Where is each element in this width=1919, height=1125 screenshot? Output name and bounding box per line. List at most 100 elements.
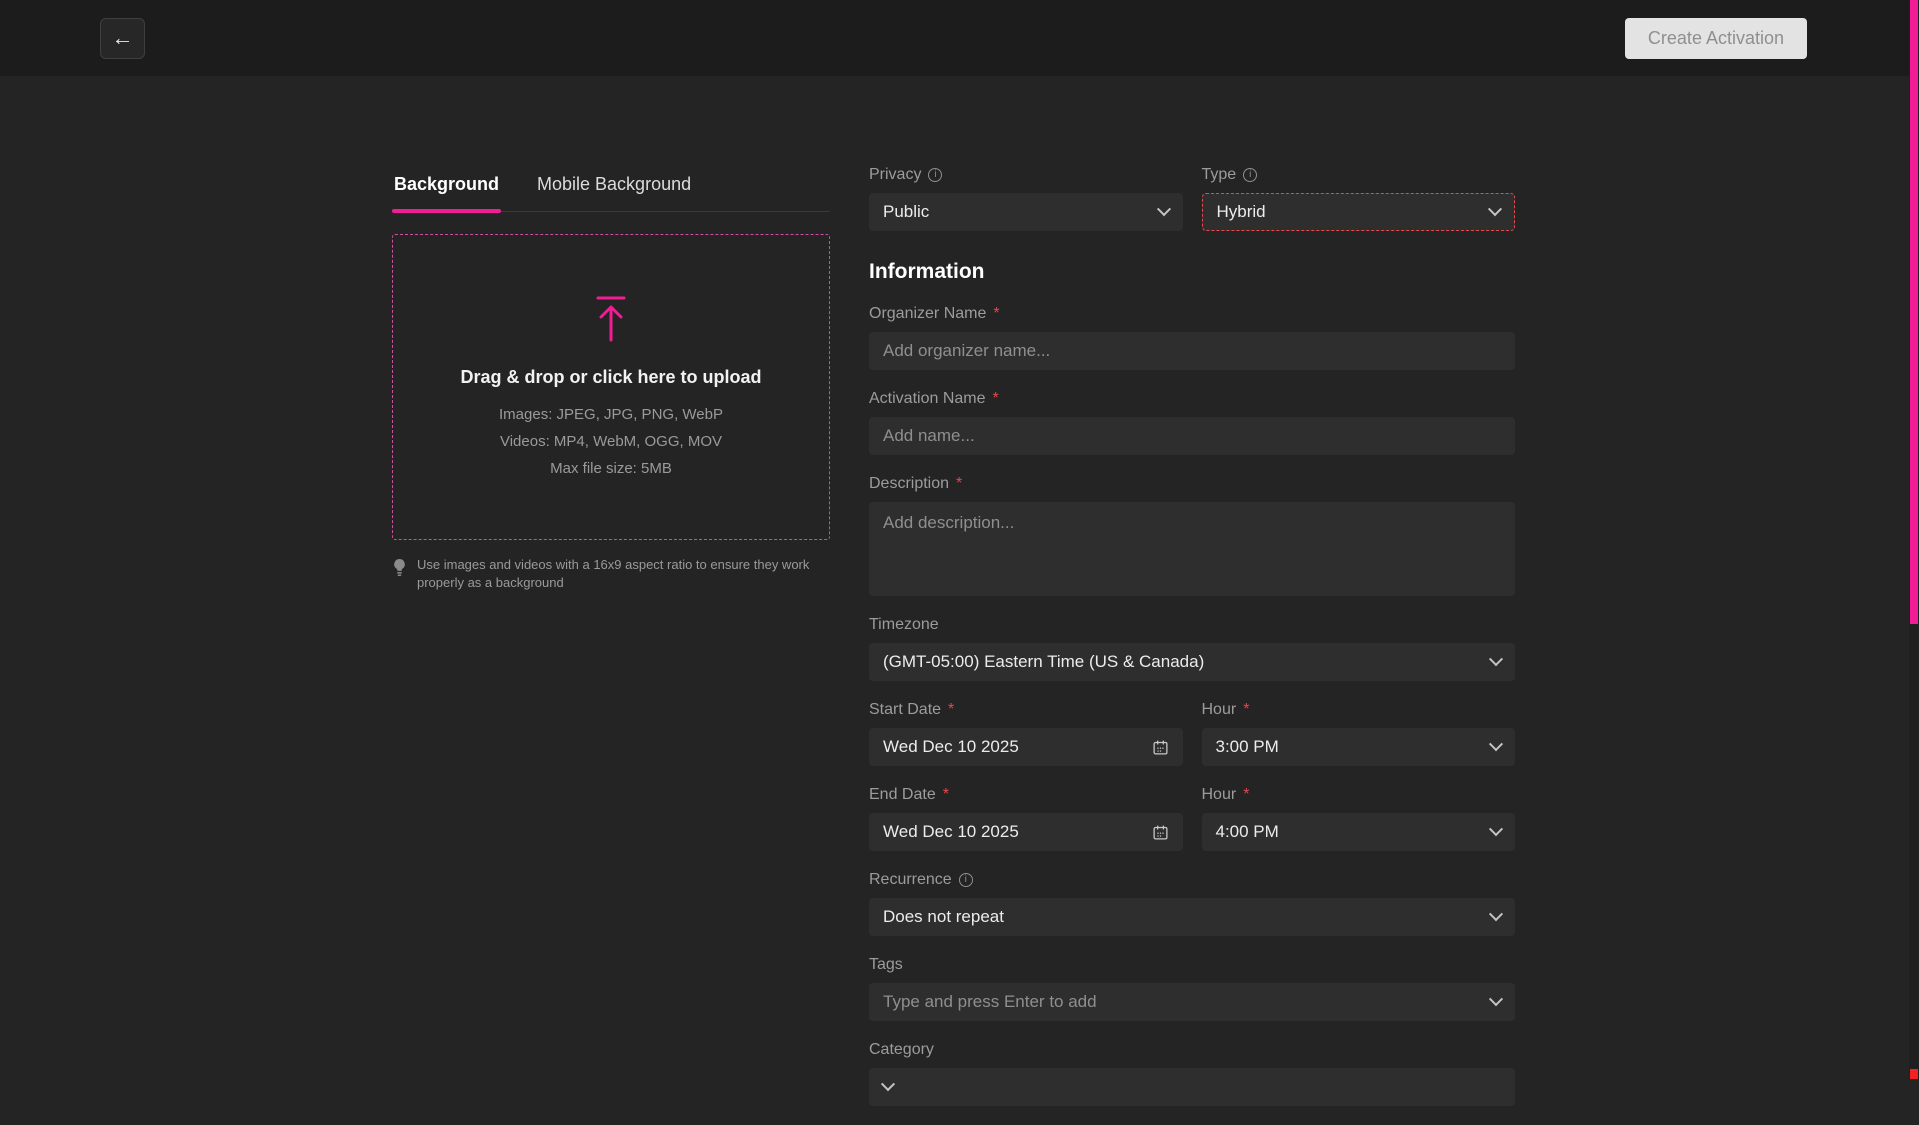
type-value: Hybrid <box>1217 202 1266 222</box>
timezone-label-row: Timezone <box>869 615 1515 635</box>
start-hour-field: Hour * 3:00 PM <box>1202 700 1516 766</box>
start-date-field: Start Date * Wed Dec 10 2025 <box>869 700 1183 766</box>
privacy-select[interactable]: Public <box>869 193 1183 231</box>
timezone-label: Timezone <box>869 616 939 634</box>
chevron-down-icon <box>1489 737 1503 751</box>
organizer-name-input[interactable] <box>869 332 1515 370</box>
privacy-field: Privacy Public <box>869 165 1183 231</box>
privacy-type-row: Privacy Public Type Hybrid <box>869 165 1515 250</box>
timezone-select[interactable]: (GMT-05:00) Eastern Time (US & Canada) <box>869 643 1515 681</box>
type-field: Type Hybrid <box>1202 165 1516 231</box>
start-date-value: Wed Dec 10 2025 <box>883 737 1019 757</box>
info-icon <box>928 168 942 182</box>
tags-placeholder: Type and press Enter to add <box>883 992 1097 1012</box>
activation-form: Privacy Public Type Hybrid Infor <box>869 165 1515 1125</box>
activation-name-label: Activation Name <box>869 390 986 408</box>
type-label: Type <box>1202 166 1237 184</box>
end-hour-value: 4:00 PM <box>1216 822 1279 842</box>
privacy-label-row: Privacy <box>869 165 1183 185</box>
start-hour-value: 3:00 PM <box>1216 737 1279 757</box>
privacy-value: Public <box>883 202 929 222</box>
end-date-label: End Date <box>869 786 936 804</box>
end-hour-select[interactable]: 4:00 PM <box>1202 813 1516 851</box>
start-date-row: Start Date * Wed Dec 10 2025 <box>869 700 1515 785</box>
category-label-row: Category <box>869 1040 1515 1060</box>
information-heading: Information <box>869 260 1515 284</box>
start-date-label-row: Start Date * <box>869 700 1183 720</box>
tags-label-row: Tags <box>869 955 1515 975</box>
tab-mobile-background[interactable]: Mobile Background <box>535 168 693 211</box>
start-date-input[interactable]: Wed Dec 10 2025 <box>869 728 1183 766</box>
dropzone-max-size: Max file size: 5MB <box>550 460 672 477</box>
end-date-input[interactable]: Wed Dec 10 2025 <box>869 813 1183 851</box>
recurrence-label-row: Recurrence <box>869 870 1515 890</box>
active-tab-indicator <box>392 209 501 213</box>
end-hour-label: Hour <box>1202 786 1237 804</box>
activation-name-input[interactable] <box>869 417 1515 455</box>
end-date-label-row: End Date * <box>869 785 1183 805</box>
scrollbar-thumb[interactable] <box>1910 0 1918 624</box>
chevron-down-icon <box>1489 907 1503 921</box>
end-hour-label-row: Hour * <box>1202 785 1516 805</box>
chevron-down-icon <box>1489 652 1503 666</box>
page-scrollbar[interactable] <box>1909 0 1919 1079</box>
recurrence-field: Recurrence Does not repeat <box>869 870 1515 936</box>
privacy-label: Privacy <box>869 166 921 184</box>
aspect-ratio-hint: Use images and videos with a 16x9 aspect… <box>392 556 816 592</box>
activation-name-label-row: Activation Name * <box>869 389 1515 409</box>
recurrence-select[interactable]: Does not repeat <box>869 898 1515 936</box>
tab-background-label: Background <box>394 174 499 194</box>
create-activation-page: ← Create Activation Background Mobile Ba… <box>0 0 1919 76</box>
start-hour-select[interactable]: 3:00 PM <box>1202 728 1516 766</box>
end-date-row: End Date * Wed Dec 10 2025 <box>869 785 1515 870</box>
create-activation-button[interactable]: Create Activation <box>1625 18 1807 59</box>
recurrence-value: Does not repeat <box>883 907 1004 927</box>
type-label-row: Type <box>1202 165 1516 185</box>
dropzone-videos-formats: Videos: MP4, WebM, OGG, MOV <box>500 433 722 450</box>
required-asterisk: * <box>956 475 962 493</box>
required-asterisk: * <box>943 786 949 804</box>
scrollbar-bottom-marker <box>1910 1069 1918 1079</box>
organizer-name-label-row: Organizer Name * <box>869 304 1515 324</box>
back-arrow-icon: ← <box>112 27 134 49</box>
upload-dropzone[interactable]: Drag & drop or click here to upload Imag… <box>392 234 830 540</box>
end-date-value: Wed Dec 10 2025 <box>883 822 1019 842</box>
category-label: Category <box>869 1041 934 1059</box>
start-hour-label: Hour <box>1202 701 1237 719</box>
category-select[interactable] <box>869 1068 1515 1106</box>
description-label: Description <box>869 475 949 493</box>
required-asterisk: * <box>993 305 999 323</box>
description-label-row: Description * <box>869 474 1515 494</box>
start-date-label: Start Date <box>869 701 941 719</box>
start-hour-label-row: Hour * <box>1202 700 1516 720</box>
chevron-down-icon <box>1488 202 1502 216</box>
chevron-down-icon <box>1489 822 1503 836</box>
dropzone-images-formats: Images: JPEG, JPG, PNG, WebP <box>499 406 723 423</box>
tags-label: Tags <box>869 956 903 974</box>
description-textarea[interactable] <box>869 502 1515 596</box>
aspect-ratio-hint-text: Use images and videos with a 16x9 aspect… <box>417 556 816 592</box>
background-upload-section: Background Mobile Background Drag & drop… <box>392 168 830 592</box>
dropzone-title: Drag & drop or click here to upload <box>460 367 761 388</box>
timezone-field: Timezone (GMT-05:00) Eastern Time (US & … <box>869 615 1515 681</box>
tab-background[interactable]: Background <box>392 168 501 211</box>
background-tabs: Background Mobile Background <box>392 168 830 212</box>
chevron-down-icon <box>1489 992 1503 1006</box>
tab-mobile-background-label: Mobile Background <box>537 174 691 194</box>
back-button[interactable]: ← <box>100 18 145 59</box>
organizer-name-label: Organizer Name <box>869 305 986 323</box>
category-field: Category <box>869 1040 1515 1106</box>
upload-arrow-icon <box>593 295 629 343</box>
required-asterisk: * <box>1243 701 1249 719</box>
type-select[interactable]: Hybrid <box>1202 193 1516 231</box>
info-icon <box>1243 168 1257 182</box>
calendar-icon <box>1152 824 1169 841</box>
organizer-name-field: Organizer Name * <box>869 304 1515 370</box>
timezone-value: (GMT-05:00) Eastern Time (US & Canada) <box>883 652 1204 672</box>
description-field: Description * <box>869 474 1515 596</box>
top-bar: ← Create Activation <box>0 0 1919 76</box>
tags-field: Tags Type and press Enter to add <box>869 955 1515 1021</box>
tags-input[interactable]: Type and press Enter to add <box>869 983 1515 1021</box>
end-hour-field: Hour * 4:00 PM <box>1202 785 1516 851</box>
activation-name-field: Activation Name * <box>869 389 1515 455</box>
